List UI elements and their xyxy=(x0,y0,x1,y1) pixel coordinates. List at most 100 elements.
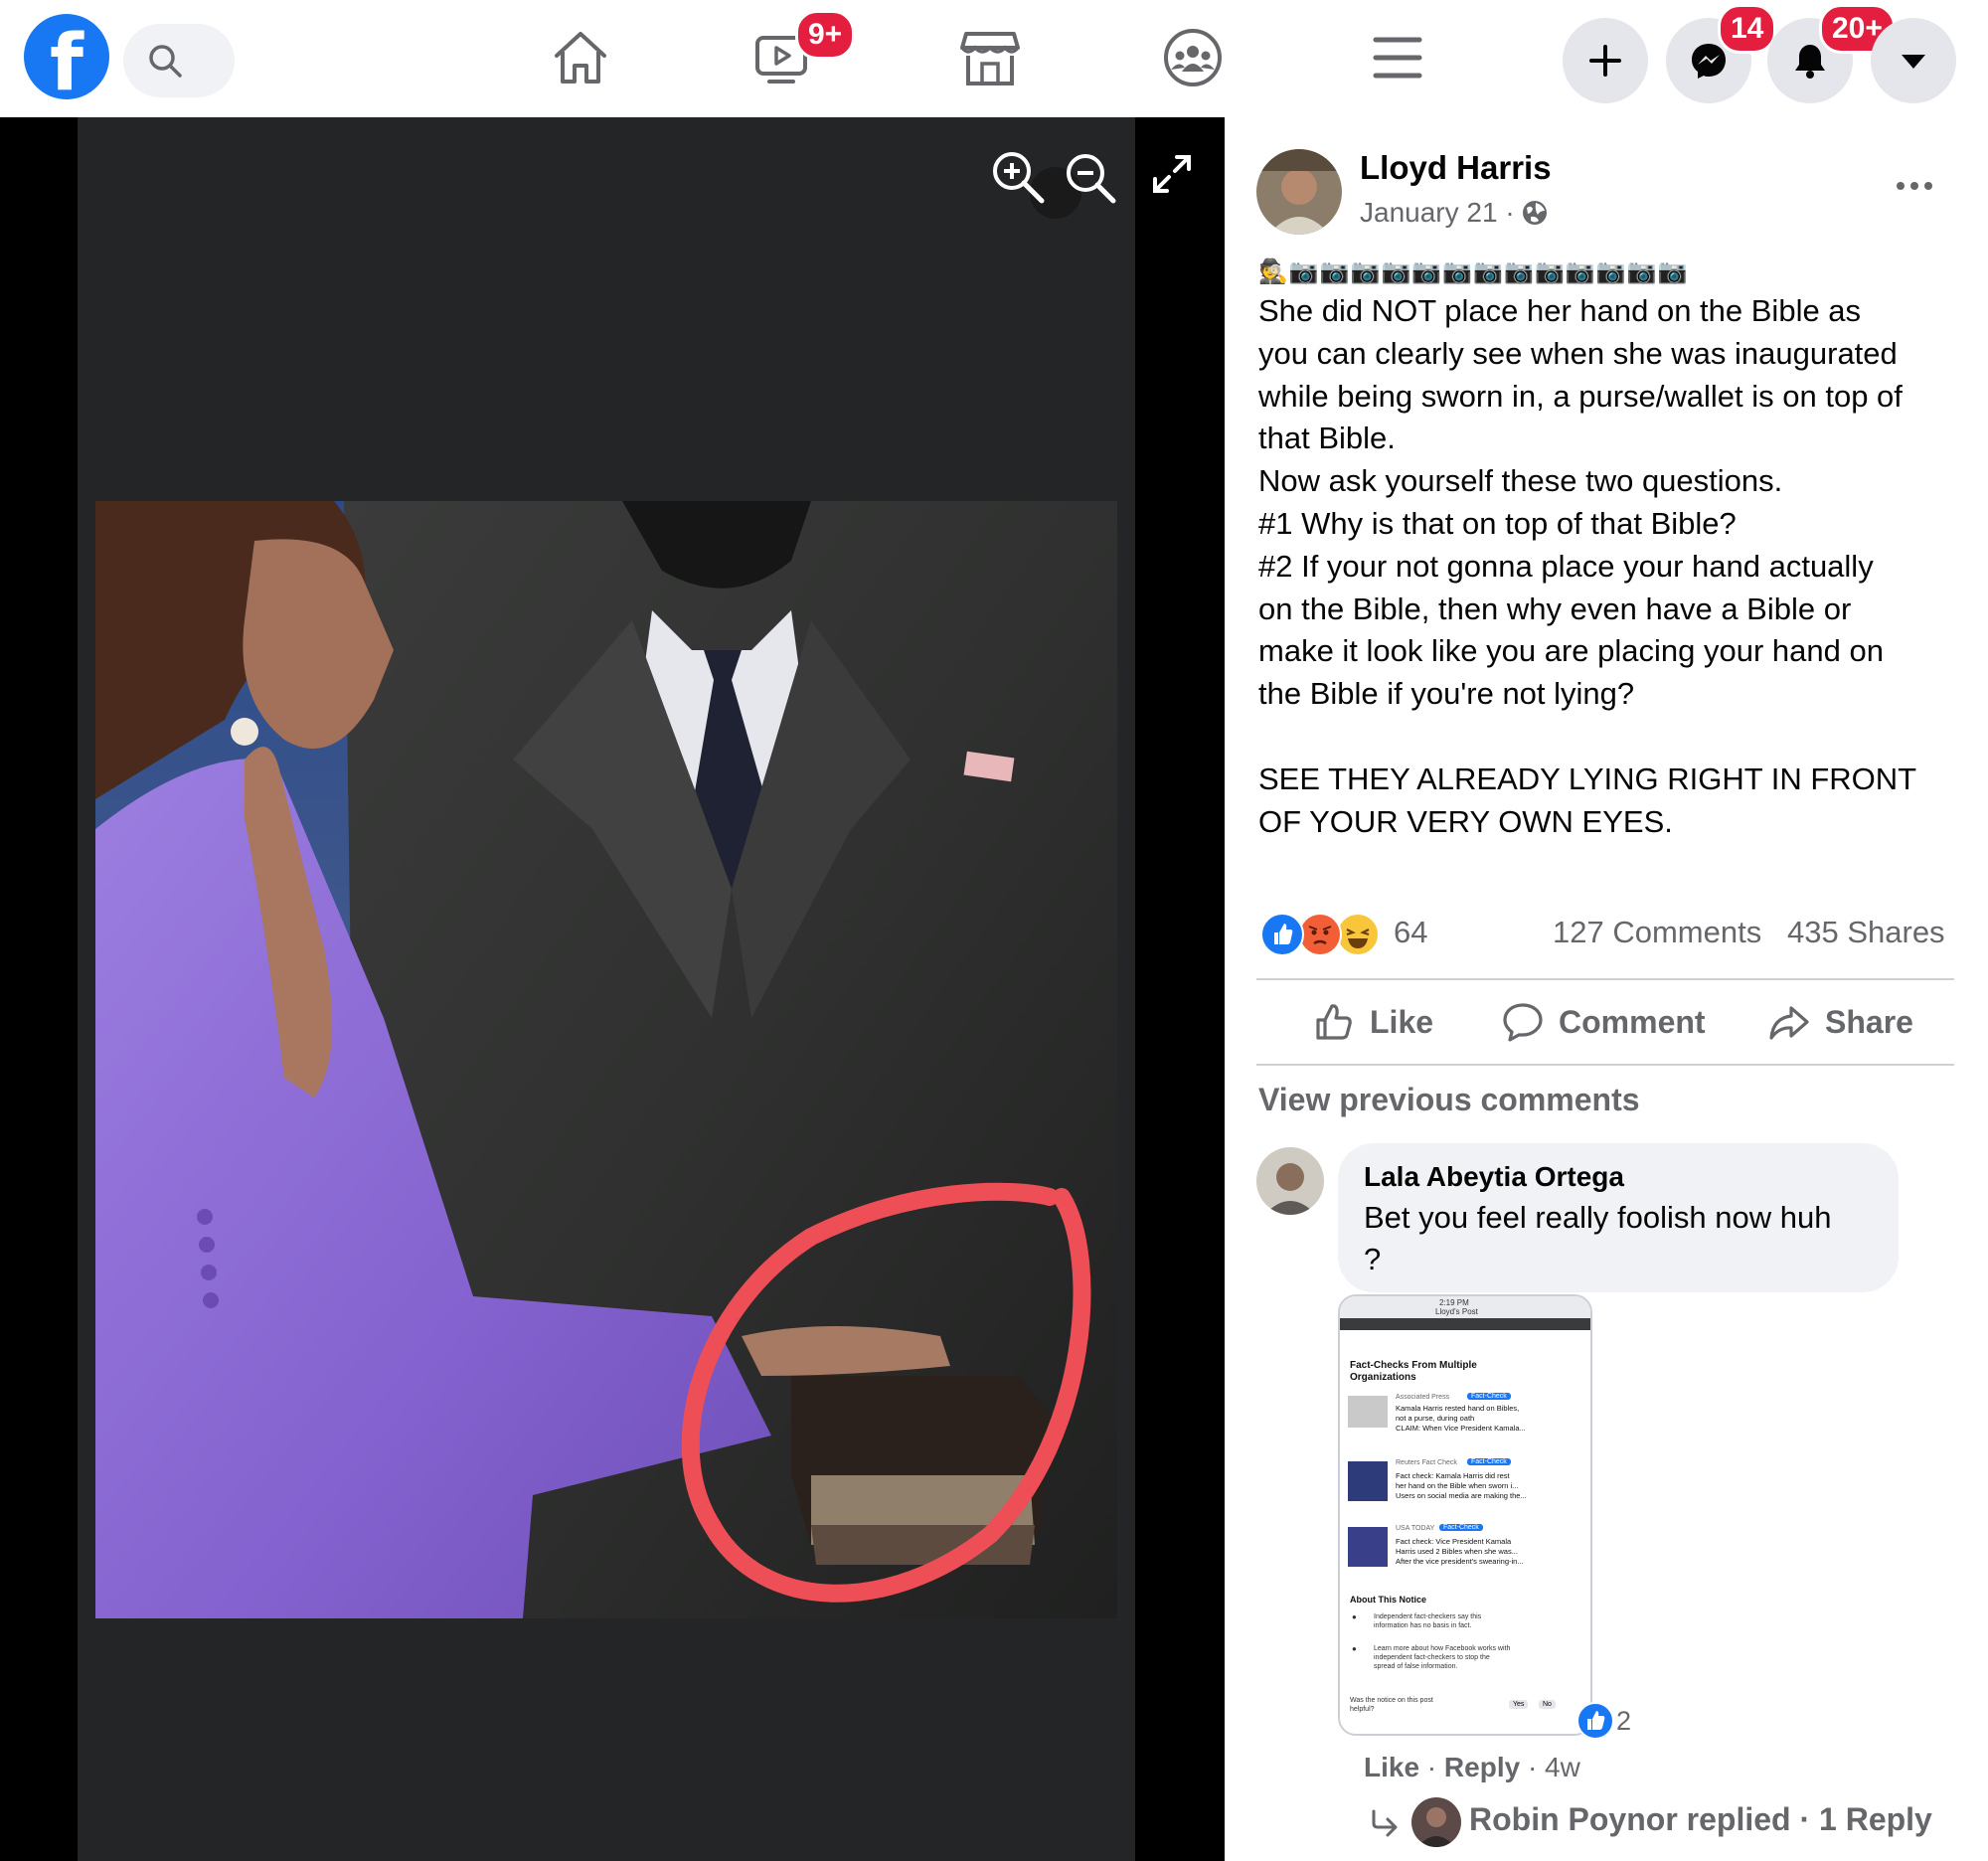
post-date[interactable]: January 21 · xyxy=(1360,197,1515,229)
author-avatar[interactable] xyxy=(1256,149,1342,235)
notice-line: Learn more about how Facebook works with xyxy=(1374,1645,1511,1652)
comment-button[interactable]: Comment xyxy=(1501,1000,1740,1044)
facebook-logo-letter: f xyxy=(50,19,83,108)
divider xyxy=(1256,978,1954,980)
fact-check-source: Associated Press xyxy=(1396,1394,1450,1401)
attachment-status-bar: 2:19 PM Lloyd's Post xyxy=(1340,1296,1590,1318)
account-menu-button[interactable] xyxy=(1871,18,1956,103)
view-previous-comments-link[interactable]: View previous comments xyxy=(1258,1082,1640,1118)
groups-tab[interactable] xyxy=(1161,26,1225,89)
post-line: #1 Why is that on top of that Bible? xyxy=(1258,505,1737,541)
post-line: while being sworn in, a purse/wallet is … xyxy=(1258,378,1903,414)
author-name[interactable]: Lloyd Harris xyxy=(1360,149,1552,187)
commenter-avatar[interactable] xyxy=(1256,1147,1324,1215)
reply-arrow-icon xyxy=(1372,1809,1398,1837)
comment-like-count: 2 xyxy=(1616,1706,1632,1736)
post-line: on the Bible, then why even have a Bible… xyxy=(1258,591,1852,626)
helpful-no-button[interactable]: No xyxy=(1539,1700,1556,1709)
fact-check-item[interactable]: Fact check: Vice President Kamala Harris… xyxy=(1396,1537,1584,1567)
fact-check-item[interactable]: Kamala Harris rested hand on Bibles, not… xyxy=(1396,1404,1584,1434)
comment-time[interactable]: · 4w xyxy=(1520,1752,1580,1782)
marketplace-icon xyxy=(960,32,1020,85)
notice-icon: ● xyxy=(1352,1612,1357,1621)
reaction-count[interactable]: 64 xyxy=(1394,915,1427,950)
fact-check-line: her hand on the Bible when sworn i... xyxy=(1396,1481,1519,1490)
fact-check-tag: Fact-Check xyxy=(1467,1393,1511,1400)
create-button[interactable] xyxy=(1563,18,1648,103)
share-label: Share xyxy=(1825,1004,1913,1040)
photo-viewer xyxy=(0,117,1225,1861)
commenter-name[interactable]: Lala Abeytia Ortega xyxy=(1364,1161,1624,1193)
emoji-text: 🕵📷📷📷📷📷📷📷📷📷📷📷📷📷 xyxy=(1258,257,1689,285)
emoji-line: 🕵📷📷📷📷📷📷📷📷📷📷📷📷📷 xyxy=(1258,256,1688,286)
notice-icon: ● xyxy=(1352,1644,1357,1653)
post-line: make it look like you are placing your h… xyxy=(1258,633,1884,669)
fact-check-source: USA TODAY xyxy=(1396,1525,1435,1532)
helpful-yes-button[interactable]: Yes xyxy=(1509,1700,1529,1709)
shares-count[interactable]: 435 Shares xyxy=(1787,915,1945,950)
zoom-in-icon[interactable] xyxy=(993,152,1045,204)
comment-actions: Like · Reply · 4w xyxy=(1364,1752,1580,1783)
comment-line: ? xyxy=(1364,1242,1382,1276)
attachment-time: 2:19 PM xyxy=(1439,1298,1469,1307)
search-icon xyxy=(149,45,182,78)
like-button[interactable]: Like xyxy=(1312,1000,1461,1044)
inauguration-photo xyxy=(95,501,1117,1618)
angry-reaction-icon xyxy=(1298,913,1342,956)
post-line xyxy=(1258,716,1964,759)
post-line: She did NOT place her hand on the Bible … xyxy=(1258,293,1862,328)
post-line: the Bible if you're not lying? xyxy=(1258,676,1635,712)
helpful-line: Was the notice on this post xyxy=(1350,1697,1433,1704)
post-line: OF YOUR VERY OWN EYES. xyxy=(1258,803,1673,839)
comment-attachment-image[interactable]: 2:19 PM Lloyd's Post Fact-Checks From Mu… xyxy=(1338,1294,1592,1736)
helpful-line: helpful? xyxy=(1350,1706,1375,1713)
notice-text: Independent fact-checkers say this infor… xyxy=(1374,1612,1582,1630)
post-line: that Bible. xyxy=(1258,421,1396,456)
fact-check-line: CLAIM: When Vice President Kamala... xyxy=(1396,1424,1526,1433)
haha-reaction-icon xyxy=(1336,913,1380,956)
menu-tab[interactable] xyxy=(1366,26,1429,89)
attachment-header-bar xyxy=(1340,1318,1590,1330)
replies-text[interactable]: Robin Poynor replied · 1 Reply xyxy=(1469,1801,1932,1838)
fact-check-line: Fact check: Vice President Kamala xyxy=(1396,1537,1512,1546)
share-button[interactable]: Share xyxy=(1767,1000,1926,1044)
like-reaction-icon xyxy=(1576,1702,1614,1740)
notice-text: Learn more about how Facebook works with… xyxy=(1374,1644,1586,1671)
comment-like-button[interactable]: Like xyxy=(1364,1752,1419,1782)
separator: · xyxy=(1419,1752,1444,1782)
post-photo[interactable] xyxy=(95,501,1117,1618)
groups-icon xyxy=(1164,29,1222,86)
fact-check-source: Reuters Fact Check xyxy=(1396,1459,1457,1466)
globe-icon xyxy=(1523,201,1547,225)
comment-icon xyxy=(1503,1003,1543,1042)
menu-icon xyxy=(1373,37,1422,79)
expand-icon xyxy=(1153,155,1191,193)
comment-label: Comment xyxy=(1559,1004,1706,1040)
comment-line: Bet you feel really foolish now huh xyxy=(1364,1200,1832,1235)
fact-check-thumbnail xyxy=(1348,1527,1388,1567)
comments-count[interactable]: 127 Comments xyxy=(1553,915,1761,950)
fact-check-line: Harris used 2 Bibles when she was... xyxy=(1396,1547,1518,1556)
like-label: Like xyxy=(1370,1004,1434,1040)
notice-line: Independent fact-checkers say this xyxy=(1374,1613,1482,1620)
like-reaction-icon xyxy=(1260,913,1304,956)
privacy-indicator xyxy=(1521,199,1549,232)
marketplace-tab[interactable] xyxy=(958,26,1022,89)
facebook-logo[interactable]: f xyxy=(24,14,109,108)
fact-check-line: not a purse, during oath xyxy=(1396,1414,1475,1423)
watch-badge: 9+ xyxy=(795,10,856,60)
search-button[interactable] xyxy=(123,24,235,97)
helpful-question: Was the notice on this post helpful? xyxy=(1350,1696,1433,1714)
share-icon xyxy=(1769,1006,1809,1040)
fullscreen-button[interactable] xyxy=(1151,153,1193,195)
comment-reply-button[interactable]: Reply xyxy=(1444,1752,1520,1782)
create-icon xyxy=(1589,45,1621,77)
fact-check-line: Kamala Harris rested hand on Bibles, xyxy=(1396,1404,1520,1413)
notice-line: information has no basis in fact. xyxy=(1374,1622,1472,1629)
home-tab[interactable] xyxy=(549,26,612,89)
post-options-button[interactable] xyxy=(1895,179,1934,198)
comment-text: Bet you feel really foolish now huh ? xyxy=(1364,1197,1881,1280)
attachment-title: Fact-Checks From Multiple Organizations xyxy=(1350,1360,1477,1383)
comment-like-reaction[interactable] xyxy=(1576,1702,1614,1745)
fact-check-item[interactable]: Fact check: Kamala Harris did rest her h… xyxy=(1396,1471,1584,1501)
